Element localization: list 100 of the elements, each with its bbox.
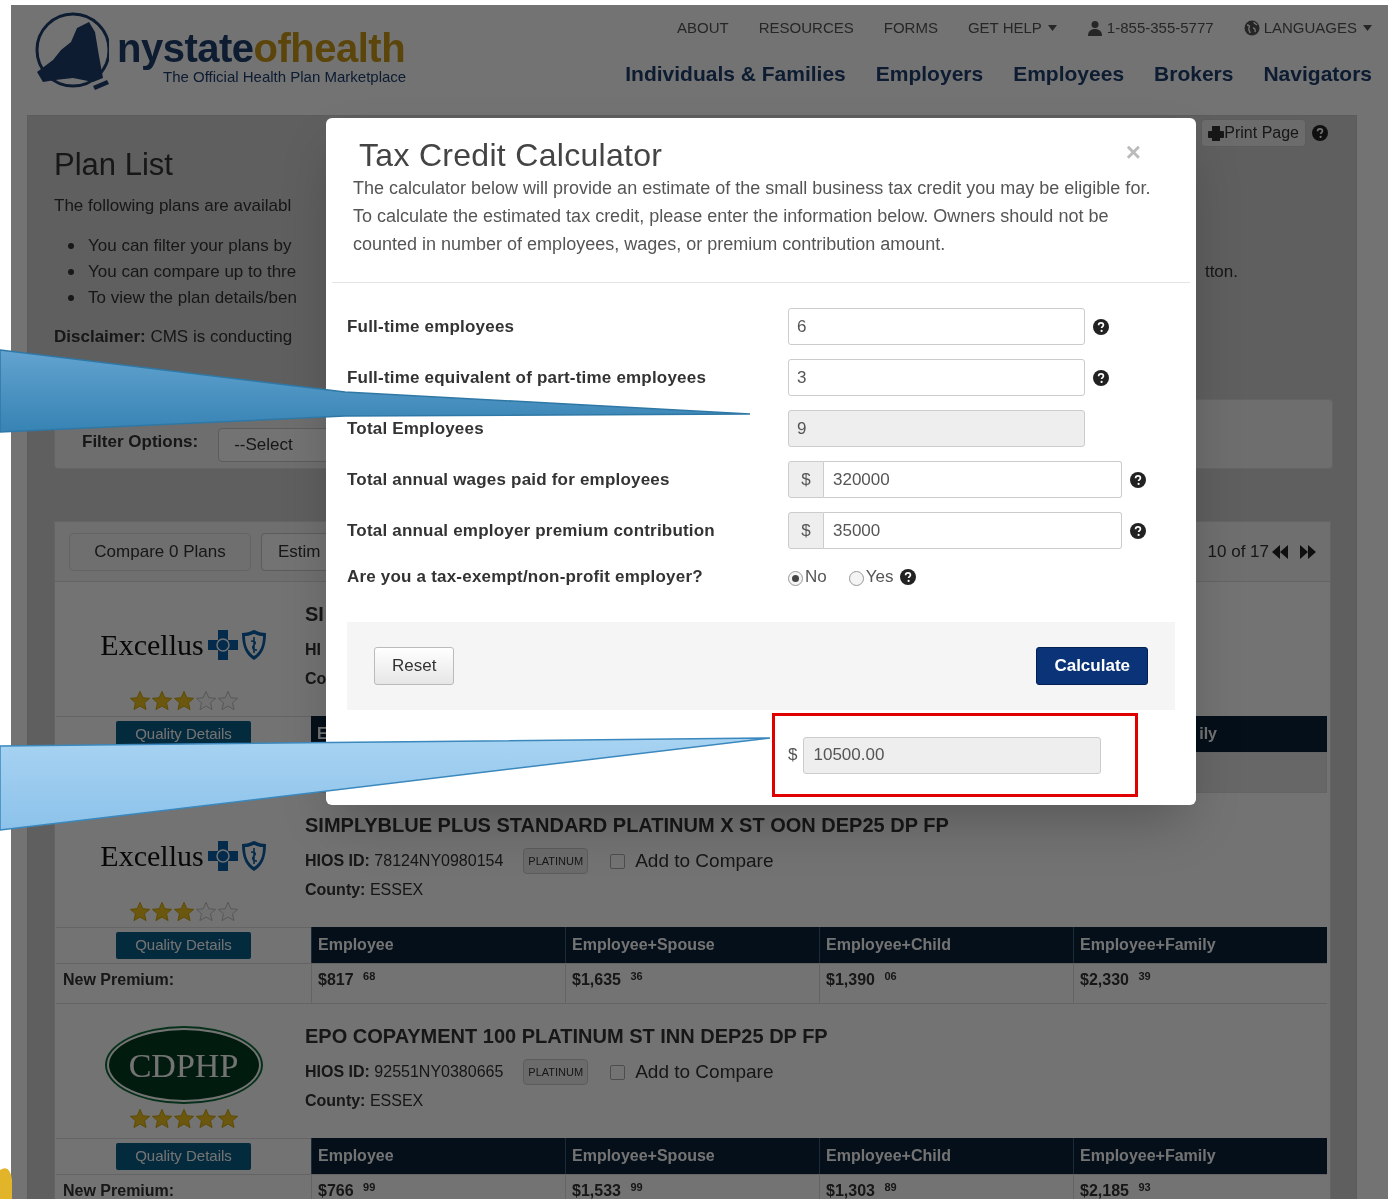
top-nav-link[interactable]: ABOUT: [677, 17, 729, 40]
column-header: Employee+Family: [1073, 927, 1327, 963]
intro-text: The following plans are availabl: [54, 195, 292, 217]
disclaimer-text: Disclaimer: CMS is conducting: [54, 326, 293, 348]
help-icon[interactable]: [1130, 471, 1146, 488]
top-nav-link[interactable]: FORMS: [883, 17, 938, 40]
printer-icon: [1208, 125, 1225, 141]
close-button[interactable]: ×: [1125, 139, 1141, 165]
help-icon[interactable]: [1093, 369, 1109, 386]
carrier-logo-text: CDPHP: [128, 1045, 239, 1086]
county-text: County: ESSEX: [305, 880, 425, 900]
modal-title: Tax Credit Calculator: [359, 137, 663, 173]
column-header: ily: [1199, 724, 1217, 744]
main-nav-link[interactable]: Brokers: [1154, 57, 1234, 89]
currency-field[interactable]: 320000: [824, 461, 1122, 498]
compare-checkbox[interactable]: [610, 853, 626, 869]
premium-amount: $766 $^{99}$: [318, 1182, 376, 1199]
bullet-text: To view the plan details/ben: [88, 287, 297, 310]
carrier-logo-text: Excellus: [100, 630, 204, 660]
top-nav-link[interactable]: 1-855-355-5777: [1086, 17, 1214, 40]
premium-label: New Premium:: [63, 971, 175, 988]
compare-checkbox[interactable]: [610, 1064, 626, 1080]
compare-label[interactable]: Add to Compare: [635, 1057, 774, 1087]
number-field[interactable]: 6: [788, 308, 1085, 345]
top-nav-link[interactable]: RESOURCES: [758, 17, 854, 40]
hios-id: HIOS ID: 92551NY0380665: [305, 1062, 504, 1082]
calculate-button[interactable]: Calculate: [1036, 647, 1148, 685]
star-icon: [194, 901, 217, 923]
field-label: Full-time equivalent of part-time employees: [347, 366, 708, 389]
star-icon: [172, 901, 195, 923]
print-button[interactable]: Print Page: [1201, 119, 1306, 147]
field-label: Full-time employees: [347, 315, 516, 338]
reset-button[interactable]: Reset: [374, 647, 455, 685]
carrier-logo-text: Excellus: [100, 841, 204, 871]
quality-details-button[interactable]: Quality Details: [116, 932, 251, 959]
star-icon: [150, 1108, 173, 1130]
caret-icon: [1363, 25, 1372, 32]
currency-addon: $: [788, 461, 824, 498]
column-header: Employee+Spouse: [565, 927, 819, 963]
star-icon: [216, 901, 239, 923]
star-icon: [172, 690, 195, 712]
main-nav-link[interactable]: Employees: [1013, 57, 1125, 89]
premium-amount: $2,330 $^{39}$: [1080, 971, 1151, 988]
field-label: Total annual employer premium contribution: [347, 519, 716, 542]
radio-button[interactable]: [788, 571, 803, 586]
star-icon: [128, 1108, 151, 1130]
logo-wordmark[interactable]: nystateofhealth: [117, 27, 407, 69]
caret-icon: [1047, 25, 1057, 32]
column-header: Employee+Family: [1073, 1138, 1327, 1174]
premium-amount: $1,390 $^{06}$: [826, 971, 897, 988]
column-header: Employee+Child: [819, 927, 1073, 963]
bullet-icon: [68, 295, 74, 301]
star-icon: [216, 1108, 239, 1130]
county-text: Co: [305, 669, 328, 689]
star-icon: [194, 690, 217, 712]
radio-button[interactable]: [848, 571, 864, 586]
total-field[interactable]: 9: [788, 410, 1085, 447]
logo-tagline: The Official Health Plan Marketplace: [163, 69, 407, 85]
currency-field[interactable]: 35000: [824, 512, 1122, 549]
currency-symbol: $: [788, 744, 798, 767]
number-field[interactable]: 3: [788, 359, 1085, 396]
plan-title: SI: [305, 604, 325, 624]
premium-amount: $1,635 $^{36}$: [572, 971, 643, 988]
star-icon: [150, 690, 173, 712]
bullet-icon: [68, 243, 74, 249]
premium-amount: $2,185 $^{93}$: [1080, 1182, 1151, 1199]
star-icon: [128, 901, 151, 923]
filter-label: Filter Options:: [82, 430, 199, 453]
plan-title: EPO COPAYMENT 100 PLATINUM ST INN DEP25 DP FP: [305, 1026, 829, 1046]
rewind-icon[interactable]: [1272, 544, 1288, 559]
cross-icon: [207, 841, 238, 871]
premium-amount: $1,303 $^{89}$: [826, 1182, 897, 1199]
plan-title: SIMPLYBLUE PLUS STANDARD PLATINUM X ST OON DEP25 DP FP: [305, 815, 950, 835]
bullet-text: You can compare up to thre: [88, 261, 297, 284]
radio-label[interactable]: No: [805, 563, 827, 590]
main-nav-link[interactable]: Individuals & Families: [625, 57, 846, 89]
fast-forward-icon[interactable]: [1300, 544, 1316, 559]
compare-label[interactable]: Add to Compare: [635, 846, 774, 876]
main-nav-link[interactable]: Employers: [875, 57, 984, 89]
premium-amount: $817 $^{68}$: [318, 971, 376, 988]
top-nav-link[interactable]: GET HELP: [967, 17, 1057, 40]
quality-details-button[interactable]: Quality Details: [116, 1143, 251, 1170]
help-icon[interactable]: [900, 568, 917, 585]
modal-description: The calculator below will provide an estimate of the small business tax credit you may be eligible for. To calculate the estimated tax credit, please enter the information below. Owners should not be counted in number of employees, wages, or premium contribution amount.: [353, 177, 1152, 256]
pager-text: 10 of 17: [1207, 540, 1269, 563]
cross-icon: [207, 630, 238, 660]
person-icon: [1086, 20, 1103, 37]
help-icon[interactable]: [1093, 318, 1109, 335]
field-label: Are you a tax-exempt/non-profit employer?: [347, 565, 704, 588]
help-icon[interactable]: [1130, 522, 1146, 539]
bullet-text: You can filter your plans by: [88, 235, 292, 258]
top-nav-link[interactable]: LANGUAGES: [1243, 17, 1372, 40]
column-header: Employee+Child: [819, 1138, 1073, 1174]
result-field[interactable]: 10500.00: [803, 736, 1102, 774]
star-icon: [216, 690, 239, 712]
radio-label[interactable]: Yes: [865, 563, 894, 590]
page-title: Plan List: [54, 147, 173, 183]
main-nav-link[interactable]: Navigators: [1263, 57, 1372, 89]
column-header: Employee+Spouse: [565, 1138, 819, 1174]
field-label: Total annual wages paid for employees: [347, 468, 671, 491]
